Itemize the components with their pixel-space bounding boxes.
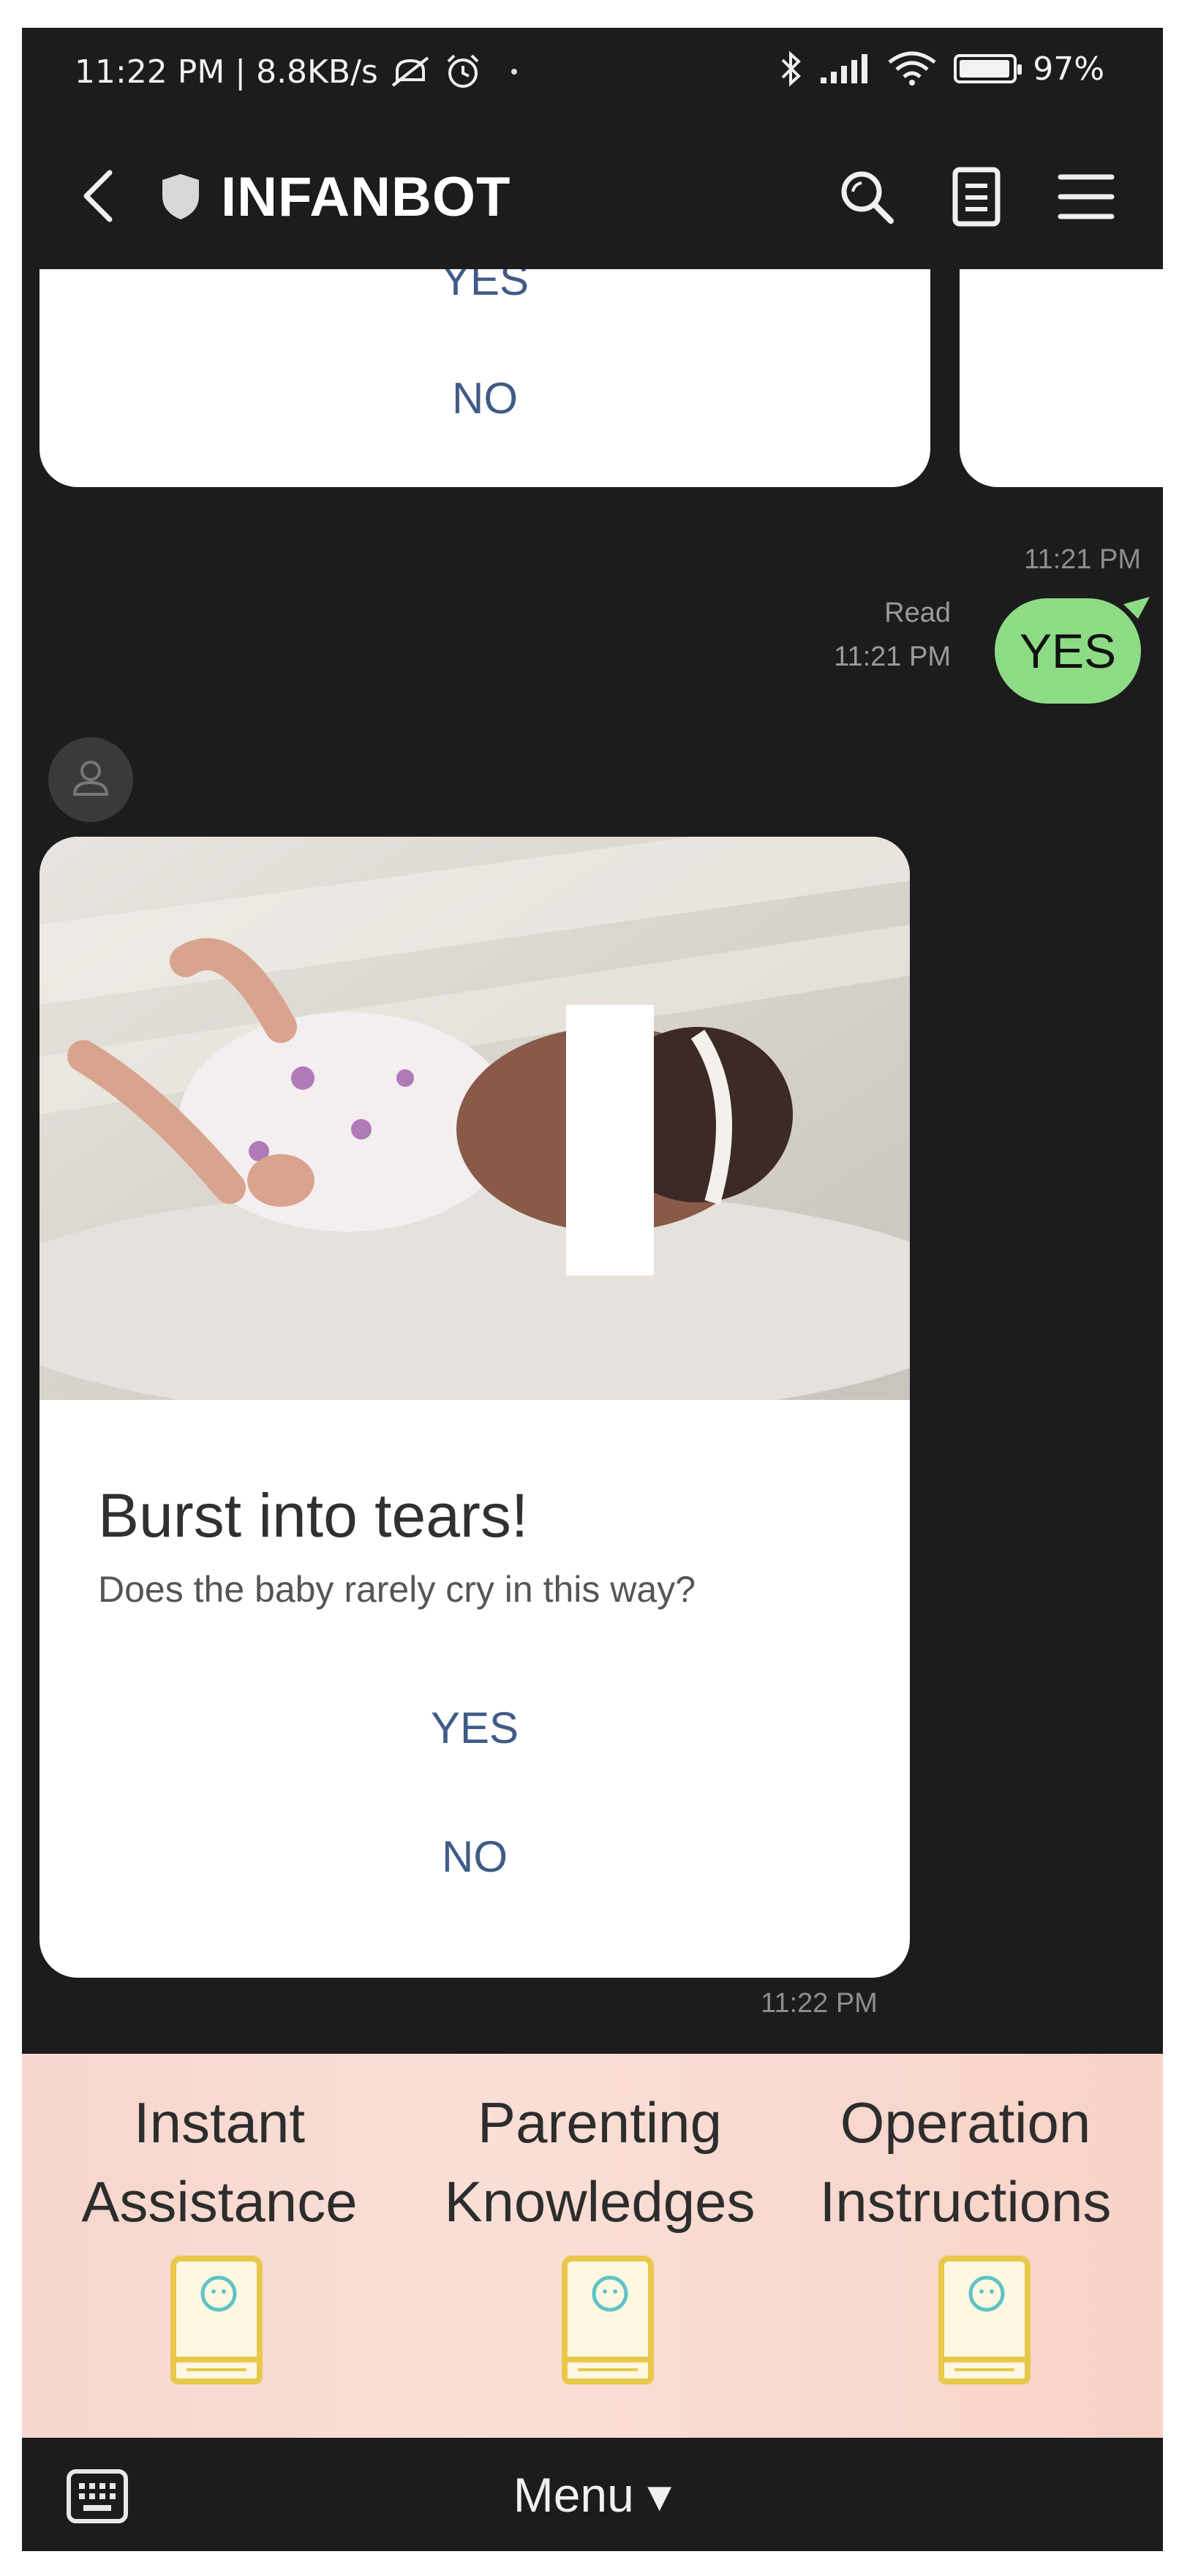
time-and-speed: 11:22 PM | 8.8KB/s: [75, 53, 378, 91]
rich-menu-item-label: Knowledges: [444, 2169, 756, 2234]
prev-carousel-card[interactable]: [960, 269, 1163, 487]
card-subtitle: Does the baby rarely cry in this way?: [98, 1569, 696, 1610]
bot-question-card: Burst into tears! Does the baby rarely c…: [39, 837, 910, 1978]
chat-title: INFANBOT: [221, 166, 511, 228]
bot-card-timestamp: 11:22 PM: [761, 1988, 878, 2019]
chat-header: INFANBOT: [22, 116, 1163, 269]
bottom-bar: Menu ▾: [22, 2438, 1163, 2551]
yes-button[interactable]: YES: [39, 1703, 910, 1753]
rich-menu-item-label: Instructions: [819, 2169, 1112, 2234]
prev-no-button[interactable]: NO: [39, 373, 930, 423]
prev-yes-button[interactable]: YES: [39, 269, 930, 298]
book-icon[interactable]: [556, 2251, 658, 2390]
rich-menu-item-label: Operation: [840, 2090, 1091, 2155]
baby-photo: [39, 837, 910, 1400]
bot-avatar[interactable]: [48, 737, 133, 822]
prev-card-timestamp: 11:21 PM: [1024, 544, 1141, 575]
shield-icon: [162, 174, 199, 219]
alarm-icon: [447, 54, 479, 88]
read-status: Read: [884, 598, 951, 628]
user-message-timestamp: 11:21 PM: [834, 641, 951, 672]
notification-dot-icon: [511, 69, 517, 75]
signal-icon: [821, 54, 868, 83]
menu-toggle-button[interactable]: Menu ▾: [22, 2467, 1163, 2523]
bluetooth-icon: [781, 50, 802, 87]
status-right: 97%: [778, 50, 1104, 88]
wifi-icon: [888, 51, 936, 86]
rich-menu-item-label: Instant: [133, 2090, 306, 2155]
card-title: Burst into tears!: [98, 1481, 529, 1550]
rich-menu-item-operation-instructions[interactable]: Operation Instructions: [783, 2083, 1148, 2241]
status-bar: 11:22 PM | 8.8KB/s 97%: [22, 28, 1163, 116]
rich-menu-item-parenting-knowledges[interactable]: Parenting Knowledges: [417, 2083, 783, 2241]
no-button[interactable]: NO: [39, 1831, 910, 1882]
status-left: 11:22 PM | 8.8KB/s: [75, 53, 517, 91]
chat-area[interactable]: YES NO 11:21 PM Read 11:21 PM YES Burst …: [22, 269, 1163, 2054]
read-receipt: Read 11:21 PM: [834, 591, 951, 679]
person-icon: [72, 761, 109, 796]
back-arrow-icon[interactable]: [73, 167, 124, 225]
rich-menu-item-label: Assistance: [81, 2169, 358, 2234]
phone-screen: 11:22 PM | 8.8KB/s 97% INFANBOT YES NO 1…: [22, 28, 1163, 2551]
hamburger-menu-icon[interactable]: [1053, 164, 1119, 230]
battery-percent: 97%: [1033, 50, 1104, 88]
rich-menu: Instant Assistance Parenting Knowledges …: [22, 2054, 1163, 2438]
notes-icon[interactable]: [943, 164, 1009, 230]
bubble-tail: [1123, 597, 1150, 619]
rich-menu-item-instant-assistance[interactable]: Instant Assistance: [37, 2083, 402, 2241]
baby-crying-image: [39, 837, 910, 1400]
book-icon[interactable]: [933, 2251, 1035, 2390]
user-message-bubble: YES: [995, 598, 1141, 704]
prev-question-card: YES NO: [39, 269, 930, 487]
search-icon[interactable]: [834, 164, 900, 230]
book-icon[interactable]: [165, 2251, 267, 2390]
rich-menu-item-label: Parenting: [478, 2090, 722, 2155]
battery-icon: [954, 54, 1022, 83]
user-message-text: YES: [1019, 624, 1117, 678]
mute-icon: [391, 56, 429, 87]
